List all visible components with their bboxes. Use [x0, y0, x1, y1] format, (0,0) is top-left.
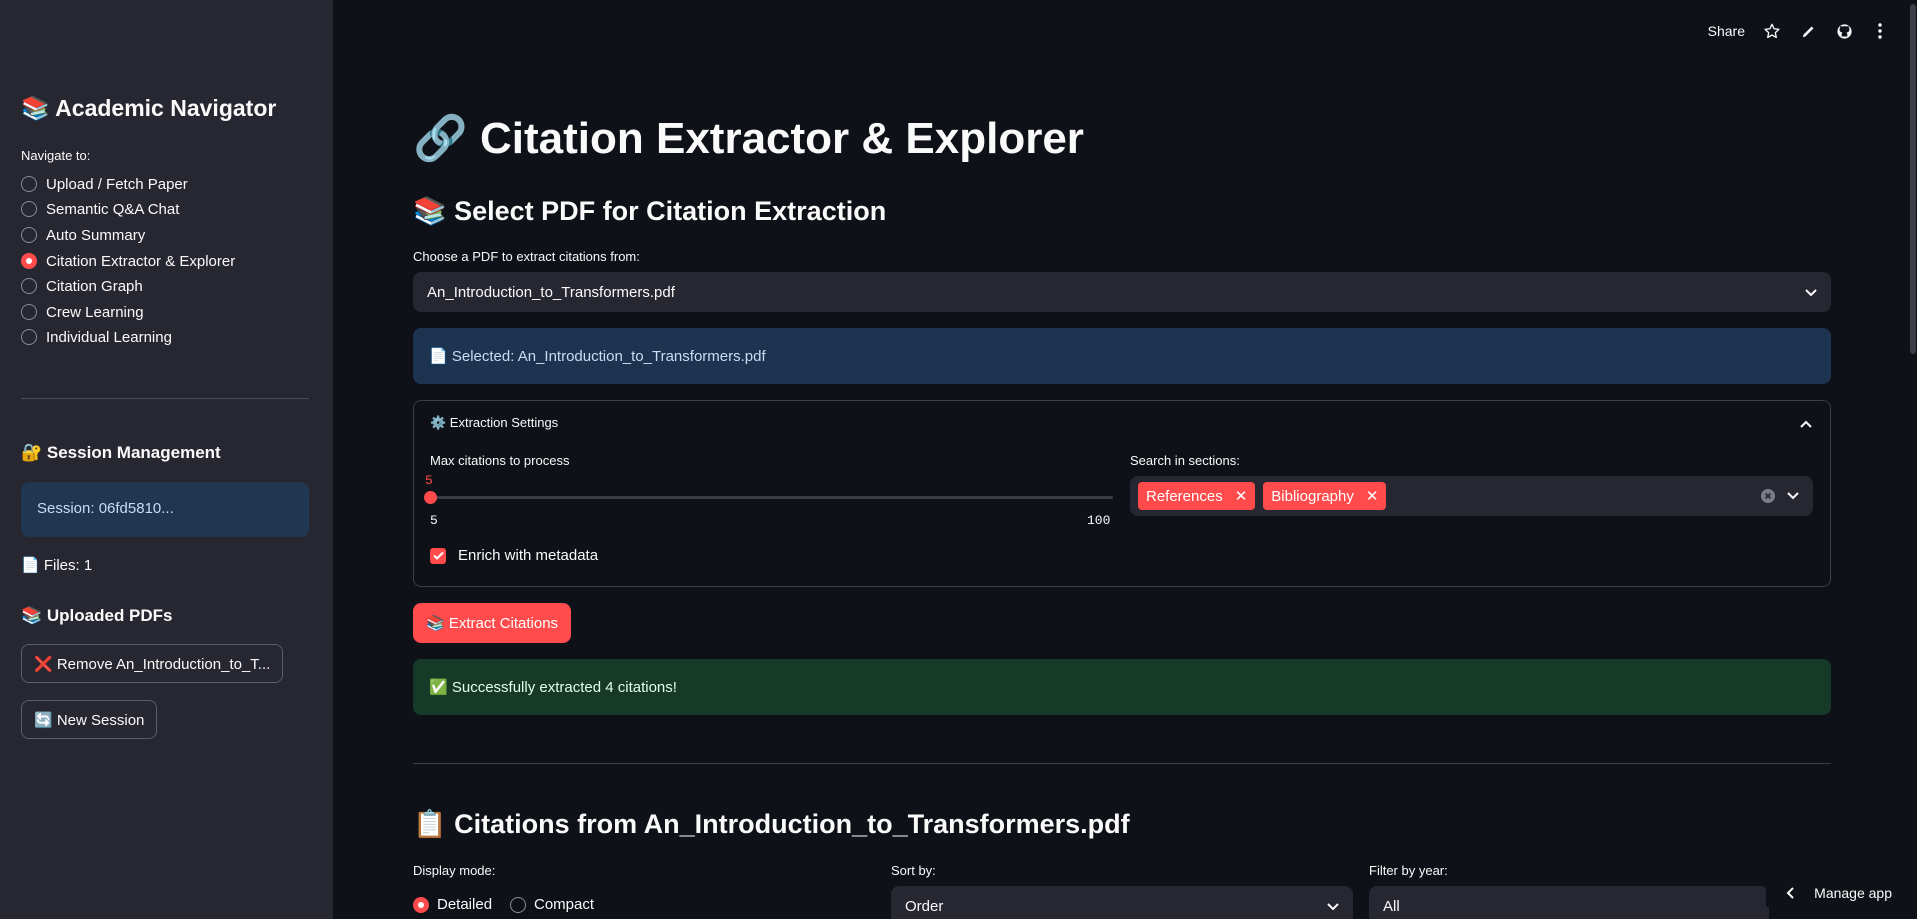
sections-multiselect[interactable]: References ✕ Bibliography ✕	[1130, 476, 1813, 516]
nav-item-label: Citation Graph	[46, 277, 143, 295]
radio-icon[interactable]	[21, 176, 37, 192]
filter-year-value: All	[1383, 897, 1400, 915]
nav-item-citation-extractor[interactable]: Citation Extractor & Explorer	[21, 250, 235, 272]
manage-app-button[interactable]: Manage app	[1766, 879, 1892, 907]
extract-citations-button[interactable]: 📚 Extract Citations	[413, 603, 572, 643]
github-icon[interactable]	[1835, 22, 1853, 40]
sidebar-divider	[21, 398, 309, 399]
choose-pdf-label: Choose a PDF to extract citations from:	[413, 249, 640, 264]
share-button[interactable]: Share	[1708, 23, 1745, 39]
nav-item-auto-summary[interactable]: Auto Summary	[21, 224, 145, 246]
selected-info-text: 📄 Selected: An_Introduction_to_Transform…	[429, 348, 766, 365]
display-mode-option-label: Compact	[534, 896, 595, 913]
pdf-select[interactable]: An_Introduction_to_Transformers.pdf	[413, 272, 1831, 312]
sidebar-title: 📚 Academic Navigator	[21, 95, 277, 121]
uploaded-pdfs-heading: 📚 Uploaded PDFs	[21, 606, 173, 625]
check-icon[interactable]	[430, 547, 446, 564]
nav-item-crew-learning[interactable]: Crew Learning	[21, 301, 144, 323]
nav-label: Navigate to:	[21, 148, 91, 163]
manage-app-label: Manage app	[1814, 885, 1892, 901]
enrich-checkbox[interactable]: Enrich with metadata	[430, 547, 598, 564]
success-text: ✅ Successfully extracted 4 citations!	[429, 679, 677, 696]
slider-value: 5	[425, 473, 433, 488]
files-count: 📄 Files: 1	[21, 557, 93, 574]
expander-header[interactable]: ⚙️ Extraction Settings	[430, 415, 558, 431]
citations-heading: 📋 Citations from An_Introduction_to_Tran…	[413, 809, 1130, 839]
session-info-box: Session: 06fd5810...	[21, 482, 309, 537]
edit-icon[interactable]	[1799, 22, 1817, 40]
session-heading: 🔐 Session Management	[21, 443, 221, 462]
radio-icon[interactable]	[21, 201, 37, 217]
sort-by-value: Order	[905, 897, 944, 915]
tag-references: References ✕	[1138, 482, 1256, 510]
radio-icon[interactable]	[510, 896, 526, 913]
star-icon[interactable]	[1763, 22, 1781, 40]
pdf-select-value: An_Introduction_to_Transformers.pdf	[427, 283, 675, 301]
nav-item-citation-graph[interactable]: Citation Graph	[21, 275, 143, 297]
radio-icon[interactable]	[21, 227, 37, 243]
close-icon[interactable]: ✕	[1366, 487, 1379, 505]
selected-info-box: 📄 Selected: An_Introduction_to_Transform…	[413, 328, 1831, 384]
nav-item-label: Auto Summary	[46, 226, 146, 244]
radio-icon[interactable]	[21, 304, 37, 320]
display-mode-compact[interactable]: Compact	[510, 896, 594, 913]
nav-item-label: Semantic Q&A Chat	[46, 200, 180, 218]
display-mode-label: Display mode:	[413, 863, 496, 878]
chevron-up-icon[interactable]	[1800, 415, 1812, 433]
nav-item-label: Individual Learning	[46, 328, 172, 346]
chevron-down-icon[interactable]	[1787, 492, 1799, 500]
select-pdf-heading: 📚 Select PDF for Citation Extraction	[413, 196, 887, 226]
divider	[413, 763, 1831, 764]
remove-pdf-button[interactable]: ❌ Remove An_Introduction_to_T...	[21, 644, 284, 683]
top-toolbar: Share	[1708, 22, 1889, 40]
tag-bibliography: Bibliography ✕	[1263, 482, 1387, 510]
radio-icon[interactable]	[21, 329, 37, 345]
more-icon[interactable]	[1871, 22, 1889, 40]
radio-icon[interactable]	[21, 278, 37, 294]
clear-all-icon[interactable]	[1761, 489, 1775, 503]
nav-item-individual-learning[interactable]: Individual Learning	[21, 326, 172, 348]
sort-by-label: Sort by:	[891, 863, 936, 878]
filter-year-label: Filter by year:	[1369, 863, 1448, 878]
slider-max: 100	[1087, 513, 1111, 528]
nav-item-upload-fetch-paper[interactable]: Upload / Fetch Paper	[21, 173, 188, 195]
session-text: Session: 06fd5810...	[37, 500, 174, 517]
tag-label: References	[1146, 487, 1223, 505]
chevron-down-icon	[1327, 898, 1339, 915]
slider-thumb[interactable]	[424, 491, 437, 504]
slider-min: 5	[430, 513, 438, 528]
scrollbar[interactable]	[1910, 4, 1916, 354]
max-citations-label: Max citations to process	[430, 453, 570, 468]
max-citations-slider[interactable]	[430, 496, 1113, 499]
new-session-button[interactable]: 🔄 New Session	[21, 700, 158, 739]
display-mode-detailed[interactable]: Detailed	[413, 896, 492, 913]
nav-item-label: Upload / Fetch Paper	[46, 175, 188, 193]
sort-by-select[interactable]: Order	[891, 886, 1353, 919]
radio-selected-icon[interactable]	[413, 896, 429, 913]
chevron-down-icon	[1805, 284, 1817, 301]
enrich-label: Enrich with metadata	[458, 547, 599, 564]
display-mode-option-label: Detailed	[437, 896, 493, 913]
sections-label: Search in sections:	[1130, 453, 1240, 468]
close-icon[interactable]: ✕	[1235, 487, 1248, 505]
filter-year-select[interactable]: All	[1369, 886, 1769, 919]
page-title: 🔗 Citation Extractor & Explorer	[413, 114, 1084, 163]
tag-label: Bibliography	[1271, 487, 1354, 505]
nav-item-label: Crew Learning	[46, 303, 144, 321]
radio-selected-icon[interactable]	[21, 253, 37, 269]
success-message-box: ✅ Successfully extracted 4 citations!	[413, 659, 1831, 715]
chevron-left-icon	[1786, 887, 1794, 899]
sidebar: 📚 Academic Navigator Navigate to: Upload…	[0, 0, 333, 919]
nav-item-label: Citation Extractor & Explorer	[46, 252, 236, 270]
nav-item-semantic-qa-chat[interactable]: Semantic Q&A Chat	[21, 198, 179, 220]
